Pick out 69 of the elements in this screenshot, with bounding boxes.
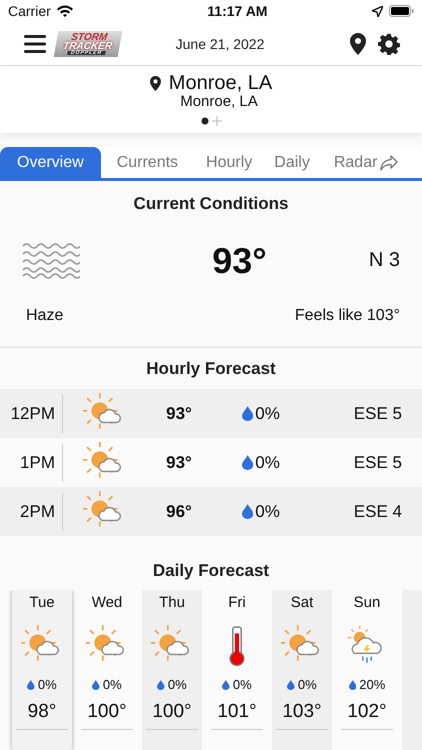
location-arrow-icon — [372, 6, 383, 16]
carrier-label: Carrier — [8, 3, 51, 19]
tab[interactable]: Hourly — [194, 147, 264, 178]
precipitation-chance: 0% — [102, 677, 122, 692]
hourly-temperature: 96° — [165, 502, 193, 522]
high-temperature: 100° — [152, 701, 192, 723]
raindrop-icon — [348, 680, 356, 690]
wind-reading: N 3 — [368, 249, 400, 272]
precipitation-chance: 20% — [359, 677, 386, 692]
map-pin-icon[interactable] — [350, 32, 366, 54]
section-title: Daily Forecast — [152, 560, 270, 582]
high-temperature: 103° — [282, 701, 322, 723]
location-name: Monroe, LA — [168, 72, 272, 95]
precipitation-chance: 0% — [255, 502, 281, 522]
day-label: Sat — [290, 594, 314, 611]
day-card[interactable]: Sat 0% 103° — [272, 590, 332, 750]
high-temperature: 100° — [87, 701, 127, 723]
raindrop-icon — [242, 406, 254, 421]
day-label: Tue — [29, 594, 55, 611]
section-title: Current Conditions — [132, 193, 290, 215]
day-card[interactable]: Tue 0% 98° — [12, 590, 72, 750]
raindrop-icon — [157, 680, 165, 690]
high-temperature: 101° — [217, 701, 257, 723]
hour-label: 1PM — [19, 452, 55, 472]
day-card[interactable]: Thu 0% 100° — [142, 590, 202, 750]
raindrop-icon — [242, 455, 254, 470]
raindrop-icon — [287, 680, 295, 690]
hour-label: 2PM — [19, 502, 55, 522]
clock-time: 11:17 AM — [207, 3, 268, 19]
share-arrow-icon — [380, 154, 398, 170]
high-temperature: 102° — [347, 701, 387, 723]
page-dot[interactable] — [200, 117, 208, 125]
current-temperature: 93° — [212, 240, 267, 282]
raindrop-icon — [27, 680, 35, 690]
hourly-wind: ESE 5 — [352, 452, 402, 472]
precipitation-chance: 0% — [232, 677, 252, 692]
tab[interactable]: Daily — [264, 147, 320, 178]
raindrop-icon — [222, 680, 230, 690]
day-label: Fri — [228, 594, 246, 611]
feels-like-label: Feels like 103° — [294, 306, 400, 324]
precipitation-chance: 0% — [168, 677, 187, 692]
precipitation-chance: 0% — [298, 677, 317, 692]
day-label: Thu — [159, 594, 185, 611]
location-subtitle: Monroe, LA — [180, 93, 258, 110]
section-title: Hourly Forecast — [145, 358, 277, 380]
hour-label: 12PM — [10, 404, 55, 424]
precipitation-chance: 0% — [38, 677, 57, 692]
tab[interactable]: Currents — [100, 147, 194, 178]
wifi-icon — [56, 5, 73, 17]
hourly-temperature: 93° — [165, 452, 193, 472]
tab[interactable]: Overview — [0, 147, 101, 178]
hourly-wind: ESE 4 — [352, 502, 402, 522]
tab[interactable]: Radar — [320, 147, 412, 178]
raindrop-icon — [92, 680, 100, 690]
settings-icon[interactable] — [378, 32, 400, 54]
menu-icon[interactable] — [24, 34, 46, 52]
day-label: Wed — [92, 594, 122, 611]
condition-label: Haze — [26, 306, 64, 324]
haze-icon — [22, 242, 80, 278]
precipitation-chance: 0% — [255, 452, 281, 472]
high-temperature: 98° — [28, 701, 56, 723]
map-pin-icon — [150, 76, 161, 91]
date-label: June 21, 2022 — [174, 36, 266, 52]
day-label: Sun — [354, 594, 380, 611]
hourly-temperature: 93° — [165, 404, 193, 424]
hourly-wind: ESE 5 — [352, 404, 402, 424]
raindrop-icon — [242, 504, 254, 519]
battery-icon — [389, 5, 414, 17]
precipitation-chance: 0% — [255, 404, 281, 424]
